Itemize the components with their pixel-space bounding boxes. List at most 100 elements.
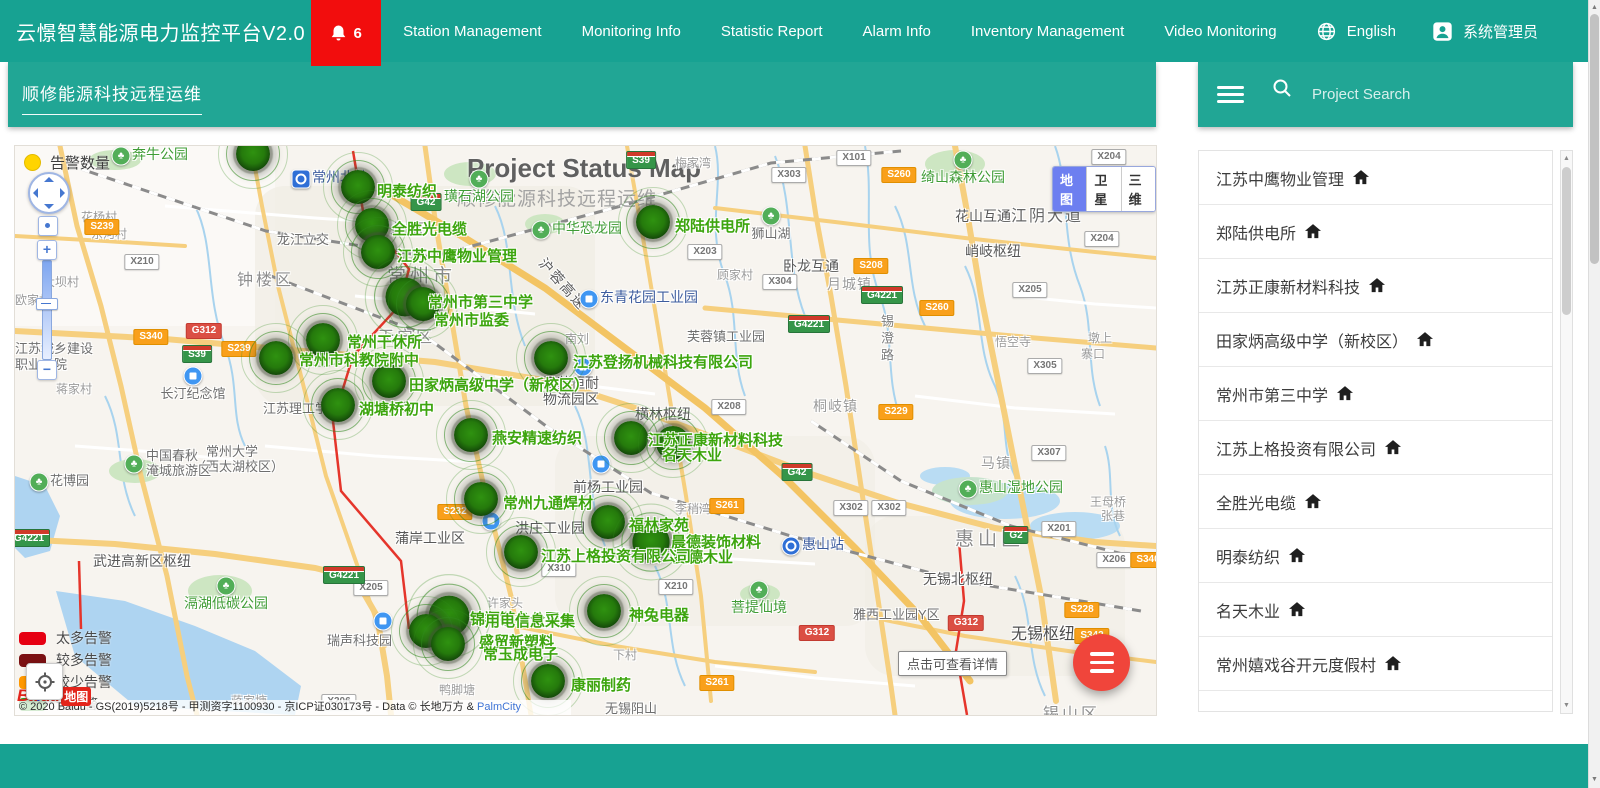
home-icon [1385, 440, 1401, 455]
project-list-item[interactable] [1199, 691, 1552, 712]
project-list-item[interactable]: 江苏上格投资有限公司 [1199, 421, 1552, 475]
layer-button[interactable]: 卫星 [1086, 167, 1120, 211]
nav-item[interactable]: Statistic Report [721, 23, 823, 40]
map-road-badge: S229 [878, 404, 913, 420]
home-icon [1305, 224, 1321, 239]
map-road-badge: G312 [948, 615, 984, 631]
map-marker-label: 田家炳高级中学（新校区） [409, 374, 589, 395]
home-icon [1385, 656, 1401, 671]
zoom-in-button[interactable]: + [37, 240, 57, 260]
zoom-out-button[interactable]: − [37, 360, 57, 380]
home-icon [1289, 602, 1305, 617]
user-name: 系统管理员 [1463, 21, 1538, 42]
map-road-badge: S340 [133, 329, 168, 345]
zoom-slider-track[interactable] [42, 260, 52, 360]
scrollbar-thumb[interactable] [1562, 167, 1571, 315]
nav-item[interactable]: Alarm Info [863, 23, 931, 40]
map-road-badge: X204 [1091, 149, 1126, 165]
crosshair-icon [35, 672, 55, 692]
search-input[interactable] [1310, 85, 1514, 104]
project-name: 田家炳高级中学（新校区） [1216, 328, 1408, 352]
scroll-down-icon[interactable]: ▼ [1561, 699, 1572, 712]
locate-button[interactable] [26, 663, 63, 700]
map-marker-label: 燕安精速纺织 [492, 427, 582, 448]
map-road-badge: X203 [687, 244, 722, 260]
project-list-item[interactable]: 田家炳高级中学（新校区） [1199, 313, 1552, 367]
nav-item[interactable]: Station Management [403, 23, 541, 40]
project-name: 江苏正康新材料科技 [1216, 274, 1360, 298]
map-place-label: 钟楼区 [237, 266, 294, 290]
map-reset-button[interactable] [38, 216, 58, 236]
map-place-label: 桐岐镇 [813, 396, 858, 416]
park-poi-icon: ♣ [30, 473, 49, 492]
map-poi-label: 中华恐龙园 [552, 221, 622, 236]
project-list-item[interactable]: 常州嬉戏谷开元度假村 [1199, 637, 1552, 691]
palmcity-link[interactable]: PalmCity [477, 701, 521, 713]
map-road-badge: X208 [711, 399, 746, 415]
map-place-label: 顾家村 [717, 266, 753, 283]
map-road-badge: S228 [1064, 602, 1099, 618]
project-list: 江苏中鹰物业管理郑陆供电所江苏正康新材料科技田家炳高级中学（新校区） 常州市第三中… [1198, 150, 1553, 712]
navbar-right: English 系统管理员 [1316, 21, 1600, 42]
scroll-up-icon[interactable]: ▲ [1561, 152, 1572, 165]
project-list-item[interactable]: 明泰纺织 [1199, 529, 1552, 583]
layer-button[interactable]: 地图 [1053, 167, 1086, 211]
page-scrollbar[interactable]: ▲ ▼ [1588, 0, 1600, 788]
project-list-item[interactable]: 郑陆供电所 [1199, 205, 1552, 259]
nav-item[interactable]: Monitoring Info [582, 23, 681, 40]
map-road-badge: X303 [771, 167, 806, 183]
page-scrollbar-thumb[interactable] [1590, 14, 1599, 264]
map-canvas[interactable]: Project Status Map 顺修能源科技远程运维 S39X101X30… [14, 145, 1157, 716]
map-place-label: 蒲岸工业区 [395, 528, 465, 548]
project-list-item[interactable]: 江苏正康新材料科技 [1199, 259, 1552, 313]
alarm-indicator[interactable]: 6 [311, 0, 381, 66]
project-name: 常州嬉戏谷开元度假村 [1216, 652, 1376, 676]
map-road-badge: G4221 [861, 286, 903, 304]
park-poi-icon: ♣ [532, 221, 551, 240]
map-road-badge: S239 [84, 219, 119, 235]
search-icon[interactable] [1272, 78, 1292, 98]
map-marker-label: 常玉成电子 [483, 643, 558, 664]
project-list-item[interactable]: 名天木业 [1199, 583, 1552, 637]
user-icon[interactable] [1432, 21, 1453, 42]
map-place-label: 寨口 [1081, 345, 1105, 362]
map-menu-fab[interactable] [1073, 634, 1130, 691]
layer-button[interactable]: 三维 [1121, 167, 1155, 211]
map-place-label: 武进高新区枢纽 [93, 551, 191, 571]
map-poi-label: 惠山湿地公园 [979, 480, 1063, 495]
yellow-dot-icon [24, 154, 41, 171]
menu-icon[interactable] [1217, 86, 1244, 103]
home-icon [1417, 332, 1433, 347]
pan-down-icon[interactable] [44, 204, 54, 209]
project-list-scrollbar[interactable]: ▲ ▼ [1560, 150, 1573, 714]
map-pan-control[interactable] [28, 172, 70, 214]
park-poi-icon: ♣ [217, 577, 236, 596]
project-name: 郑陆供电所 [1216, 220, 1296, 244]
map-poi-label: 花博园 [50, 473, 89, 488]
pan-left-icon[interactable] [33, 188, 38, 198]
page-scroll-down-icon[interactable]: ▼ [1589, 773, 1600, 787]
page-scroll-up-icon[interactable]: ▲ [1589, 1, 1600, 15]
nav-item[interactable]: Inventory Management [971, 23, 1124, 40]
project-list-item[interactable]: 江苏中鹰物业管理 [1199, 151, 1552, 205]
project-name: 名天木业 [1216, 598, 1280, 622]
metro-poi-icon [782, 537, 801, 556]
project-list-item[interactable]: 常州市第三中学 [1199, 367, 1552, 421]
app: 云憬智慧能源电力监控平台V2.0 6 Station ManagementMon… [0, 0, 1600, 788]
project-list-item[interactable]: 全胜光电缆 [1199, 475, 1552, 529]
map-road-badge: S39 [182, 345, 212, 363]
globe-icon[interactable] [1316, 21, 1337, 42]
language-switch[interactable]: English [1347, 23, 1396, 40]
pan-up-icon[interactable] [44, 177, 54, 182]
search-bar [1198, 62, 1573, 127]
zoom-slider-thumb[interactable] [36, 298, 58, 310]
map-marker-label: 康丽制药 [571, 674, 631, 695]
park-poi-icon: ♣ [112, 147, 131, 166]
main-menu: Station Management Monitoring Info Statist… [403, 23, 1276, 40]
map-road-badge: X302 [871, 500, 906, 516]
map-road-badge: S340 [1130, 552, 1157, 568]
nav-item[interactable]: Video Monitoring [1164, 23, 1276, 40]
map-marker-label: 全胜光电缆 [392, 218, 467, 239]
map-copyright: © 2020 Baidu - GS(2019)5218号 - 甲测资字11009… [15, 700, 571, 715]
pan-right-icon[interactable] [60, 188, 65, 198]
